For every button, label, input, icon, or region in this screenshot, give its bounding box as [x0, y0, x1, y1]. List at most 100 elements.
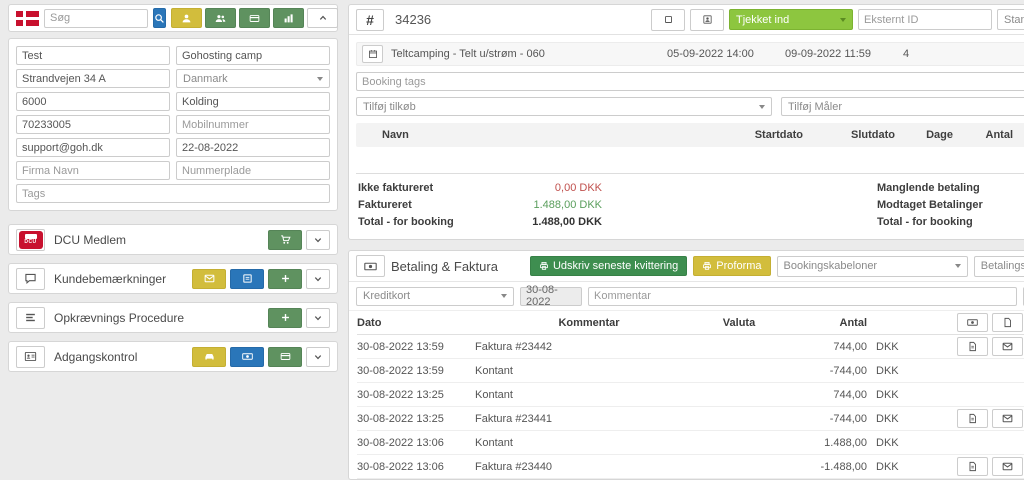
section-dcu-medlem[interactable]: DCU DCU Medlem: [8, 224, 338, 255]
unit-start-date: 05-09-2022 14:00: [667, 48, 777, 60]
unit-end-date: 09-09-2022 11:59: [785, 48, 895, 60]
payment-row: 30-08-2022 13:59 Kontant -744,00 DKK: [357, 359, 1024, 383]
payment-card-button[interactable]: [239, 8, 270, 28]
payment-row: 30-08-2022 13:59 Faktura #23442 744,00 D…: [357, 335, 1024, 359]
envelope-icon: [1002, 413, 1013, 424]
pdf-icon: [967, 341, 978, 352]
calendar-icon[interactable]: [362, 45, 383, 63]
customer-tags-field[interactable]: [16, 184, 330, 203]
pdf-icon: [967, 413, 978, 424]
add-procedure-button[interactable]: [268, 308, 302, 328]
booking-tags-input[interactable]: [356, 72, 1024, 91]
send-note-button[interactable]: [192, 269, 226, 289]
row-doc-actions: [913, 457, 1024, 476]
payment-comment: Faktura #23442: [475, 341, 703, 353]
cash-access-button[interactable]: [230, 347, 264, 367]
id-card-icon: [16, 346, 45, 368]
company-name-field[interactable]: [16, 161, 170, 180]
search-input[interactable]: [44, 9, 148, 28]
email-invoice-button[interactable]: [992, 409, 1023, 428]
summary-value: 1.488,00 DKK: [490, 214, 602, 231]
statistics-button[interactable]: [273, 8, 304, 28]
chevron-down-icon: [313, 274, 323, 284]
add-addon-select[interactable]: Tilføj tilkøb: [356, 97, 772, 116]
open-pdf-button[interactable]: [957, 337, 988, 356]
bulk-cash-button[interactable]: [957, 313, 988, 332]
payments-table-body: 30-08-2022 13:59 Faktura #23442 744,00 D…: [357, 335, 1024, 479]
card-access-button[interactable]: [268, 347, 302, 367]
booking-status-select[interactable]: Tjekket ind: [729, 9, 853, 30]
payment-currency: DKK: [867, 365, 913, 377]
unit-guest-count: 4: [903, 48, 943, 60]
add-note-button[interactable]: [268, 269, 302, 289]
col-startdato: Startdato: [708, 129, 803, 141]
expand-dcu-button[interactable]: [306, 230, 330, 250]
mobile-field[interactable]: [176, 115, 330, 134]
zip-field[interactable]: [16, 92, 170, 111]
bulk-document-button[interactable]: [992, 313, 1023, 332]
expand-procedure-button[interactable]: [306, 308, 330, 328]
booking-unit-row[interactable]: Teltcamping - Telt u/strøm - 060 05-09-2…: [356, 42, 1024, 66]
payment-comment-input[interactable]: [588, 287, 1017, 306]
invoice-summary: Ikke faktureret0,00 DKK Faktureret1.488,…: [358, 180, 602, 231]
proforma-button[interactable]: Proforma: [693, 256, 770, 276]
add-meter-select[interactable]: Tilføj Måler: [781, 97, 1024, 116]
users-icon: [215, 13, 226, 24]
phone-field[interactable]: [16, 115, 170, 134]
email-invoice-button[interactable]: [992, 337, 1023, 356]
date-field[interactable]: [176, 138, 330, 157]
payment-templates-select[interactable]: Betalingsskabeloner: [974, 256, 1024, 277]
payment-date: 30-08-2022 13:25: [357, 413, 475, 425]
email-invoice-button[interactable]: [992, 457, 1023, 476]
caret-down-icon: [317, 77, 323, 81]
note-button[interactable]: [230, 269, 264, 289]
plus-icon: [280, 312, 291, 323]
address-field[interactable]: [16, 69, 170, 88]
email-field[interactable]: [16, 138, 170, 157]
payment-currency: DKK: [867, 413, 913, 425]
printer-icon: [702, 261, 712, 271]
section-kundebemaerkninger[interactable]: Kundebemærkninger: [8, 263, 338, 294]
search-button[interactable]: [153, 8, 166, 28]
name-field[interactable]: [16, 46, 170, 65]
license-plate-field[interactable]: [176, 161, 330, 180]
open-pdf-button[interactable]: [957, 457, 988, 476]
print-last-receipt-button[interactable]: Udskriv seneste kvittering: [530, 256, 687, 276]
summary-label: Total - for booking: [358, 214, 490, 231]
customer-button[interactable]: [171, 8, 202, 28]
expand-access-button[interactable]: [306, 347, 330, 367]
open-pdf-button[interactable]: [957, 409, 988, 428]
payment-currency: DKK: [867, 437, 913, 449]
camp-field[interactable]: [176, 46, 330, 65]
section-adgangskontrol[interactable]: Adgangskontrol: [8, 341, 338, 372]
denmark-flag-icon: [16, 11, 39, 26]
credit-card-icon: [249, 13, 260, 24]
expand-notes-button[interactable]: [306, 269, 330, 289]
guest-list-button[interactable]: [690, 9, 724, 31]
payment-date-field[interactable]: 30-08-2022: [520, 287, 582, 306]
select-booking-button[interactable]: [651, 9, 685, 31]
car-icon: [204, 351, 215, 362]
booking-template-select[interactable]: Standard: [997, 9, 1024, 30]
collapse-customer-button[interactable]: [307, 8, 338, 28]
city-field[interactable]: [176, 92, 330, 111]
col-pris: Pris: [1013, 129, 1024, 141]
payment-comment: Faktura #23440: [475, 461, 703, 473]
payment-row: 30-08-2022 13:06 Faktura #23440 -1.488,0…: [357, 455, 1024, 479]
chart-icon: [283, 13, 294, 24]
credit-card-icon: [280, 351, 291, 362]
chevron-down-icon: [313, 352, 323, 362]
external-id-input[interactable]: [858, 9, 992, 30]
vehicle-access-button[interactable]: [192, 347, 226, 367]
col-valuta: Valuta: [703, 317, 775, 329]
document-icon: [1002, 317, 1013, 328]
section-title: Kundebemærkninger: [54, 272, 166, 286]
dcu-cart-button[interactable]: [268, 230, 302, 250]
section-opkraevnings-procedure[interactable]: Opkrævnings Procedure: [8, 302, 338, 333]
booking-templates-select[interactable]: Bookingskabeloner: [777, 256, 968, 277]
country-select[interactable]: Danmark: [176, 69, 330, 88]
user-icon: [181, 13, 192, 24]
payment-method-select[interactable]: Kreditkort: [356, 287, 514, 306]
row-doc-actions: [913, 409, 1024, 428]
guests-button[interactable]: [205, 8, 236, 28]
